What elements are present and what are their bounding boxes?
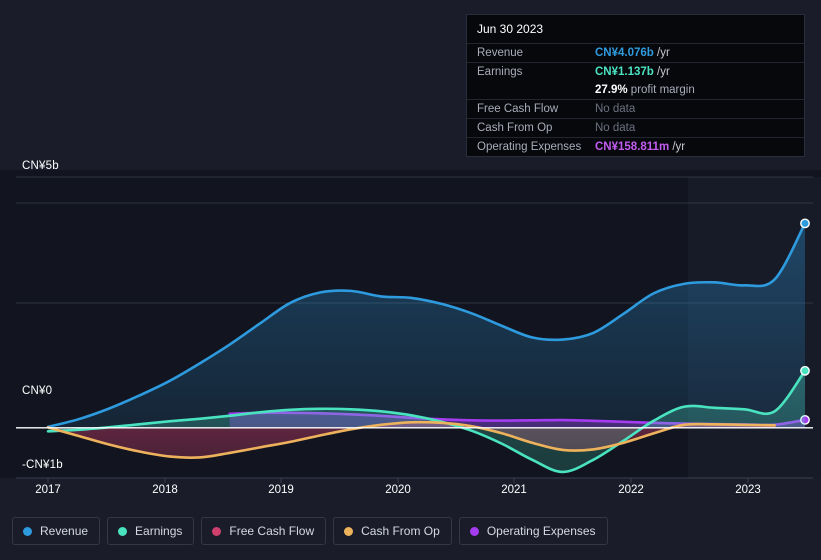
legend-item-label: Cash From Op	[361, 524, 440, 538]
tooltip-row-label: Free Cash Flow	[467, 99, 595, 119]
legend-item-earnings[interactable]: Earnings	[107, 517, 195, 545]
tooltip-row: Free Cash Flow No data	[467, 99, 804, 119]
tooltip-row-label: Revenue	[467, 43, 595, 63]
y-tick-0: CN¥0	[22, 385, 53, 397]
legend-color-dot-icon	[23, 526, 32, 536]
legend-item-label: Operating Expenses	[486, 524, 596, 538]
chart-page: CN¥5b CN¥0 -CN¥1b 2017 2018 2019 2020 20…	[0, 0, 821, 560]
x-tick-2018: 2018	[152, 484, 178, 496]
x-tick-2017: 2017	[35, 484, 61, 496]
chart-legend: Revenue Earnings Free Cash Flow Cash From O…	[12, 517, 608, 545]
x-tick-2019: 2019	[268, 484, 294, 496]
legend-item-label: Revenue	[40, 524, 89, 538]
x-tick-2022: 2022	[618, 484, 644, 496]
tooltip-row-value: CN¥4.076b /yr	[595, 43, 804, 63]
tooltip-row-value: CN¥1.137b /yr	[595, 62, 804, 81]
x-tick-2021: 2021	[501, 484, 527, 496]
x-tick-2020: 2020	[385, 484, 411, 496]
legend-item-free-cash-flow[interactable]: Free Cash Flow	[201, 517, 327, 545]
y-tick-neg1b: -CN¥1b	[22, 459, 63, 471]
tooltip-row-value: 27.9% profit margin	[595, 84, 695, 96]
legend-color-dot-icon	[212, 526, 222, 536]
tooltip-row: 27.9% profit margin	[467, 81, 804, 100]
tooltip-row-label: Earnings	[467, 62, 595, 81]
legend-item-revenue[interactable]: Revenue	[12, 517, 101, 545]
tooltip-row: Cash From Op No data	[467, 118, 804, 138]
tooltip-date: Jun 30 2023	[477, 22, 544, 36]
legend-item-label: Earnings	[135, 524, 183, 538]
legend-color-dot-icon	[469, 526, 479, 536]
tooltip-row: Operating Expenses CN¥158.811m /yr	[467, 137, 804, 156]
tooltip-row-value: CN¥158.811m /yr	[595, 137, 804, 156]
tooltip-table: Revenue CN¥4.076b /yr Earnings CN¥1.137b /y…	[467, 43, 804, 156]
legend-item-operating-expenses[interactable]: Operating Expenses	[458, 517, 608, 545]
legend-item-label: Free Cash Flow	[229, 524, 315, 538]
x-tick-2023: 2023	[735, 484, 761, 496]
endpoint-earnings	[800, 365, 810, 376]
data-tooltip: Jun 30 2023 Revenue CN¥4.076b /yr Earnings…	[466, 14, 805, 157]
endpoint-revenue	[800, 218, 810, 229]
legend-color-dot-icon	[344, 526, 354, 536]
tooltip-row: Revenue CN¥4.076b /yr	[467, 43, 804, 63]
tooltip-row-label	[467, 81, 595, 100]
tooltip-row-value: No data	[595, 99, 804, 119]
tooltip-row-label: Cash From Op	[467, 118, 595, 138]
tooltip-row-label: Operating Expenses	[467, 137, 595, 156]
legend-item-cash-from-op[interactable]: Cash From Op	[333, 517, 452, 545]
tooltip-row: Earnings CN¥1.137b /yr	[467, 62, 804, 81]
legend-color-dot-icon	[118, 526, 128, 536]
tooltip-row-value: No data	[595, 118, 804, 138]
y-tick-5b: CN¥5b	[22, 160, 59, 172]
